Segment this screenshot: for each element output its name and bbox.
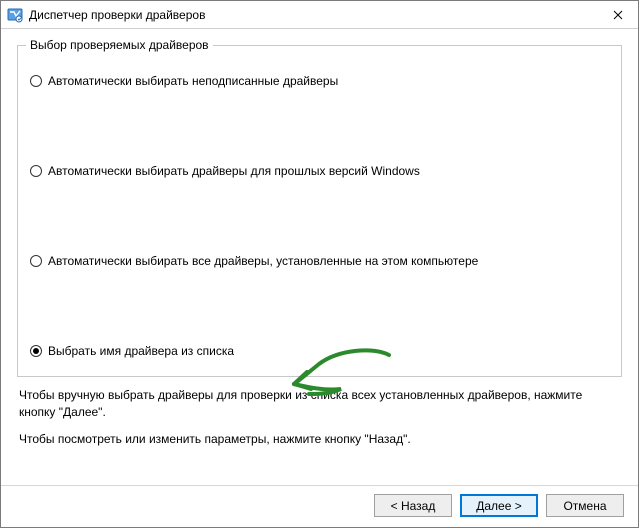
window-title: Диспетчер проверки драйверов <box>29 8 598 22</box>
info-paragraph-2: Чтобы посмотреть или изменить параметры,… <box>19 431 620 448</box>
radio-icon <box>30 255 42 267</box>
close-icon <box>613 10 623 20</box>
radio-option-older-windows[interactable]: Автоматически выбирать драйверы для прош… <box>30 164 609 178</box>
driver-selection-group: Выбор проверяемых драйверов Автоматическ… <box>17 45 622 377</box>
group-legend: Выбор проверяемых драйверов <box>26 38 213 52</box>
back-button[interactable]: < Назад <box>374 494 452 517</box>
radio-label-text: Автоматически выбирать драйверы для прош… <box>48 164 420 178</box>
footer-buttons: < Назад Далее > Отмена <box>1 485 638 527</box>
radio-icon <box>30 345 42 357</box>
radio-option-from-list[interactable]: Выбрать имя драйвера из списка <box>30 344 609 358</box>
client-area: Выбор проверяемых драйверов Автоматическ… <box>1 29 638 485</box>
app-icon <box>7 7 23 23</box>
radio-label-text: Автоматически выбирать все драйверы, уст… <box>48 254 478 268</box>
radio-label-text: Автоматически выбирать неподписанные дра… <box>48 74 338 88</box>
close-button[interactable] <box>598 1 638 29</box>
radio-option-unsigned[interactable]: Автоматически выбирать неподписанные дра… <box>30 74 609 88</box>
radio-icon <box>30 165 42 177</box>
radio-icon <box>30 75 42 87</box>
info-text-block: Чтобы вручную выбрать драйверы для прове… <box>17 387 622 447</box>
titlebar: Диспетчер проверки драйверов <box>1 1 638 29</box>
radio-option-all-drivers[interactable]: Автоматически выбирать все драйверы, уст… <box>30 254 609 268</box>
dialog-window: Диспетчер проверки драйверов Выбор прове… <box>0 0 639 528</box>
next-button[interactable]: Далее > <box>460 494 538 517</box>
cancel-button[interactable]: Отмена <box>546 494 624 517</box>
radio-label-text: Выбрать имя драйвера из списка <box>48 344 234 358</box>
info-paragraph-1: Чтобы вручную выбрать драйверы для прове… <box>19 387 620 421</box>
